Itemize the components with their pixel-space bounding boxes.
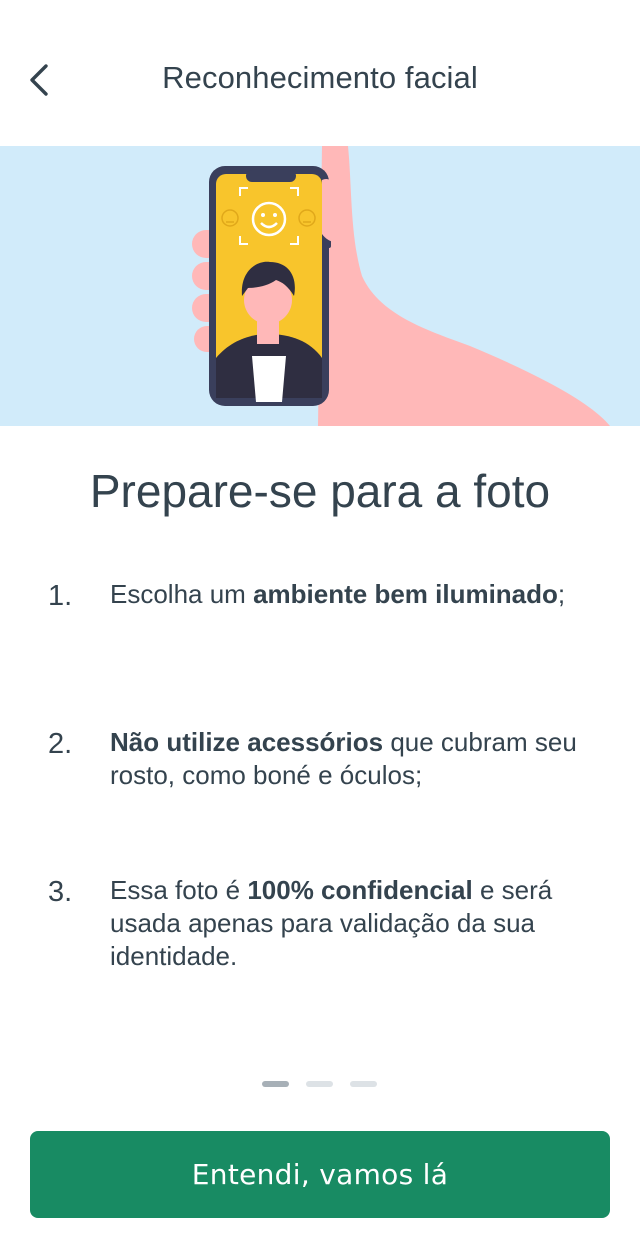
- pagination-dot-active[interactable]: [262, 1081, 289, 1087]
- page-title: Reconhecimento facial: [162, 60, 478, 95]
- pagination-dots: [0, 1081, 640, 1088]
- confirm-button[interactable]: Entendi, vamos lá: [30, 1131, 610, 1218]
- step-text-part: ;: [557, 579, 566, 609]
- step-text-emphasis: Não utilize acessórios: [110, 727, 384, 757]
- step-text: Não utilize acessórios que cubram seu ro…: [110, 726, 590, 792]
- step-text-emphasis: ambiente bem iluminado: [253, 579, 558, 609]
- step-text-emphasis: 100% confidencial: [247, 875, 473, 905]
- step-number: 3.: [48, 876, 73, 908]
- step-text: Escolha um ambiente bem iluminado;: [110, 578, 590, 611]
- phone-face-scan-illustration: [0, 146, 640, 426]
- pagination-dot[interactable]: [350, 1081, 377, 1087]
- pagination-dot[interactable]: [306, 1081, 333, 1087]
- step-text-part: Essa foto é: [110, 875, 248, 905]
- app-header: Reconhecimento facial: [0, 0, 640, 146]
- step-text: Essa foto é 100% confidencial e será usa…: [110, 874, 590, 973]
- step-number: 1.: [48, 580, 73, 612]
- step-number: 2.: [48, 728, 73, 760]
- section-heading: Prepare-se para a foto: [89, 465, 551, 517]
- step-text-part: Escolha um: [110, 579, 254, 609]
